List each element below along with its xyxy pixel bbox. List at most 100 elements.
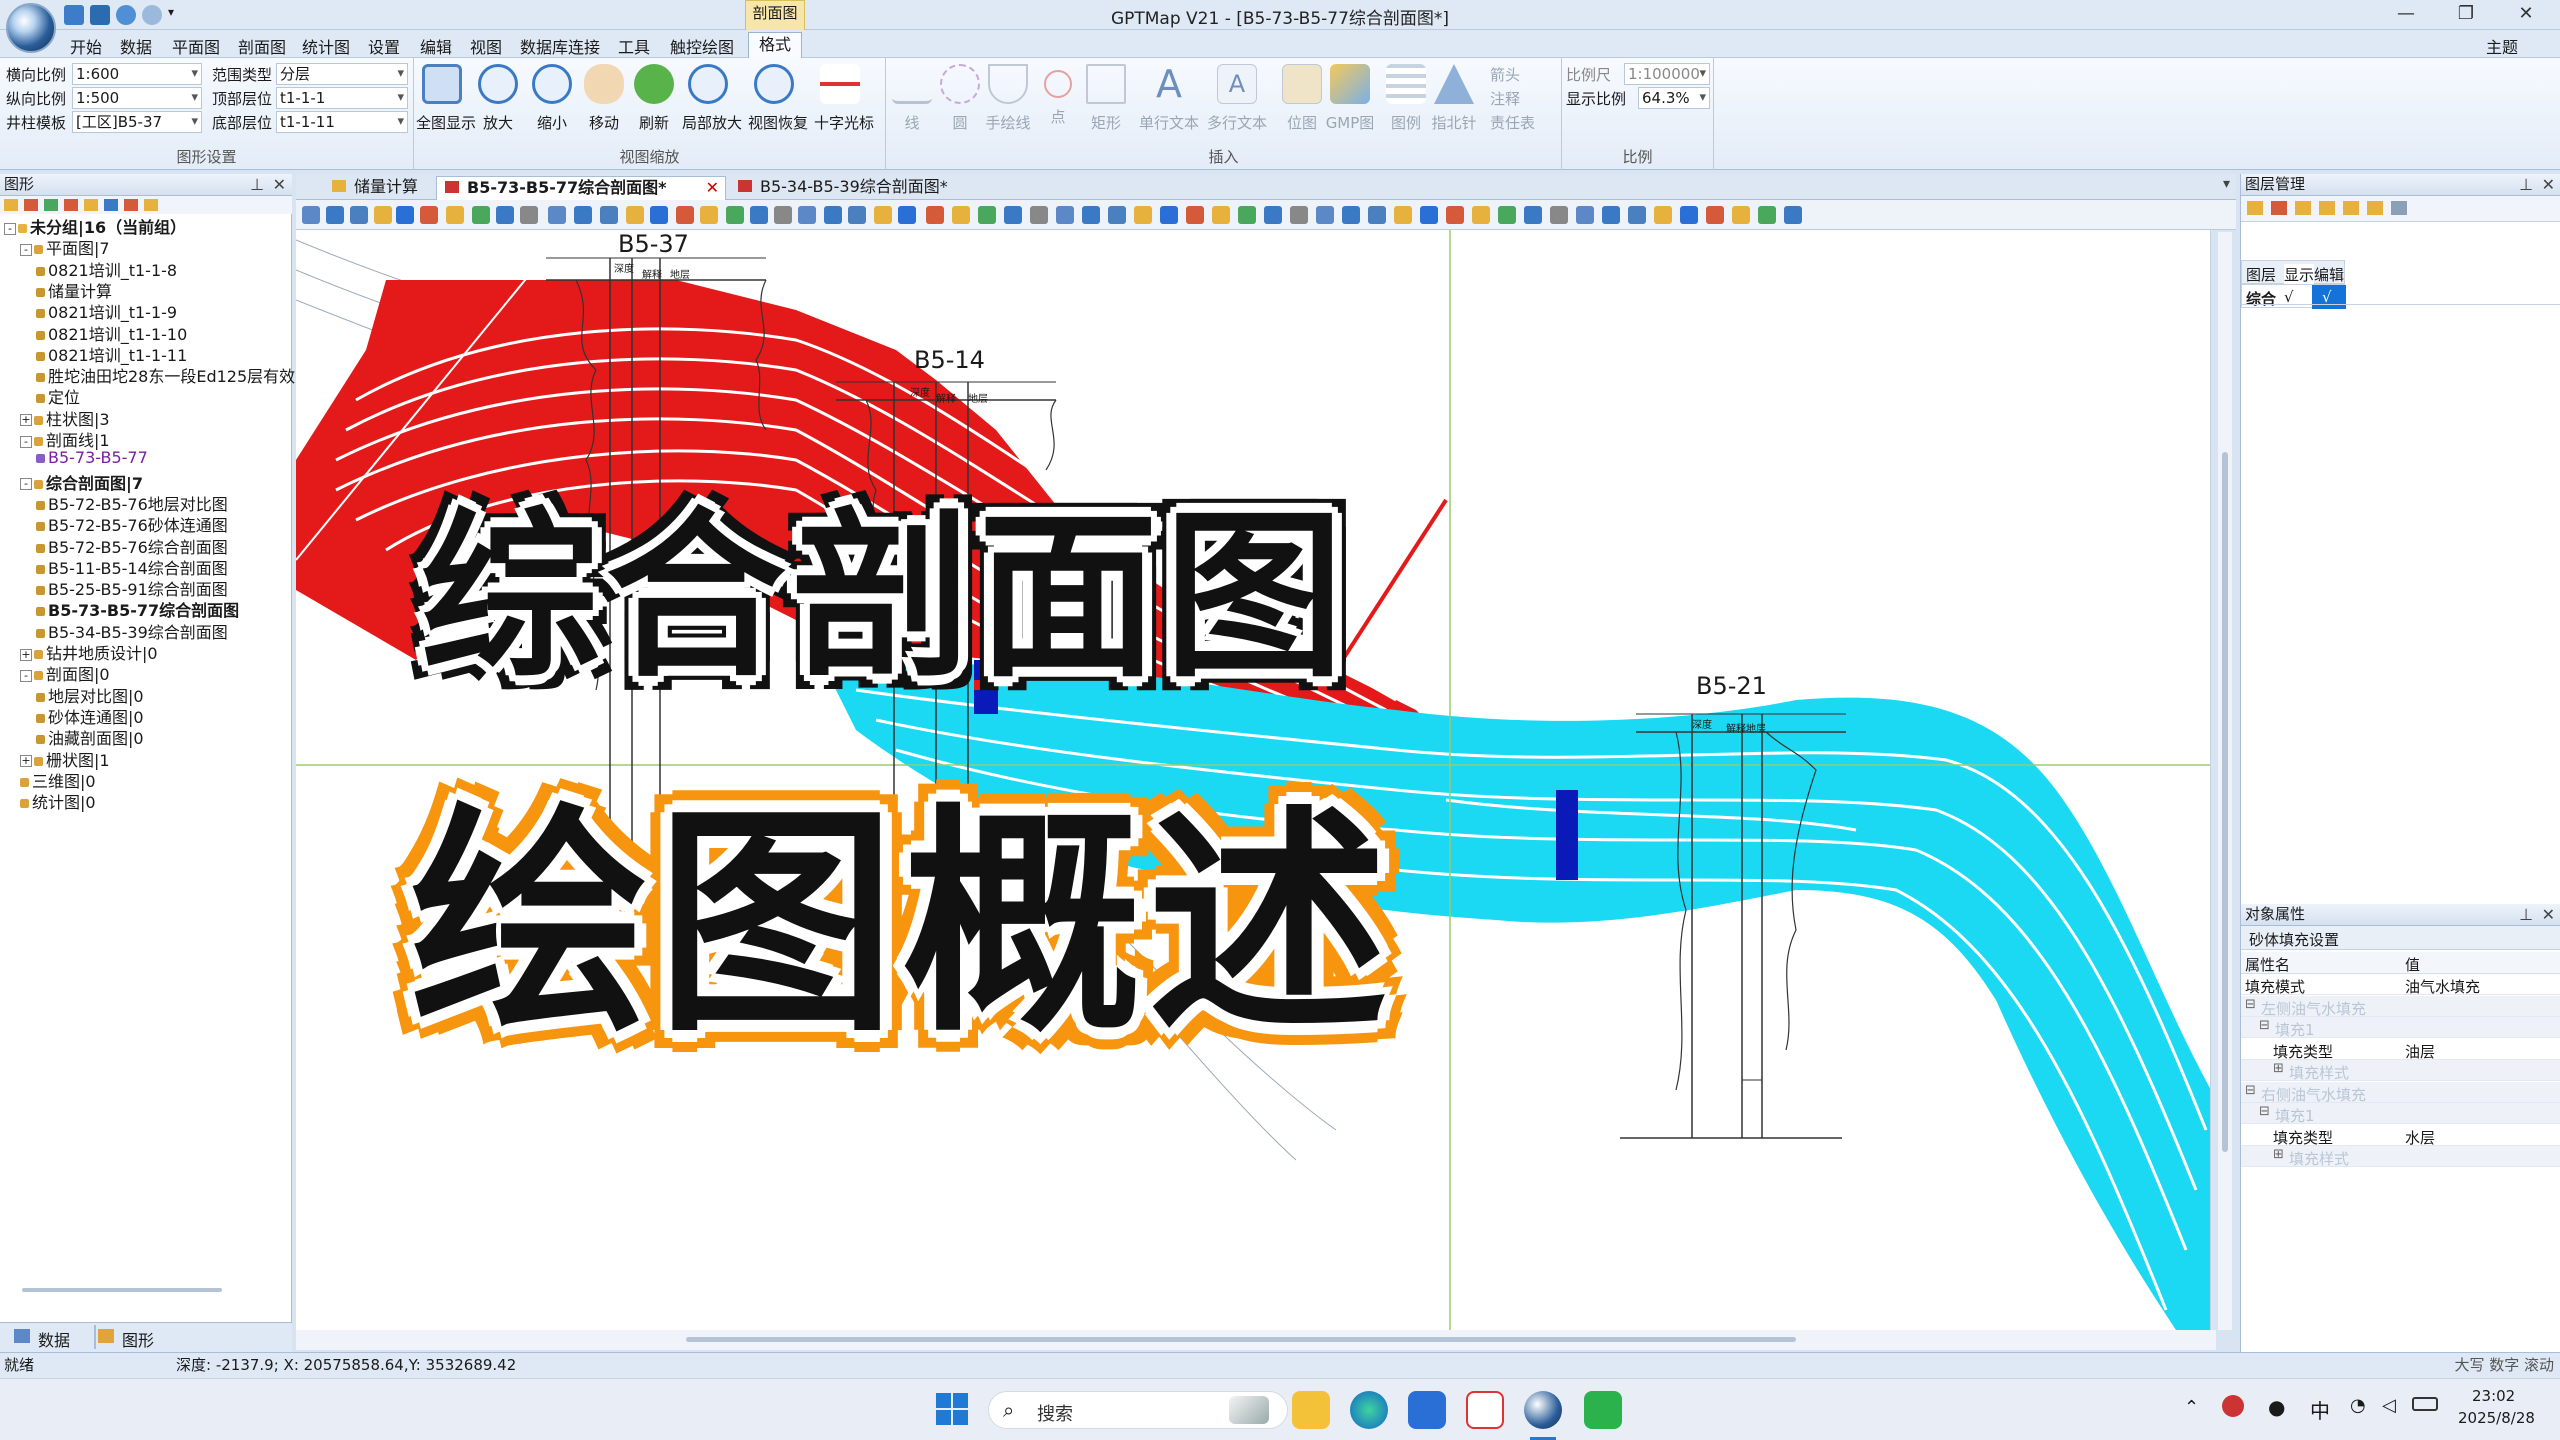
insert-arrow-button[interactable]: 箭头 — [1490, 64, 1520, 85]
property-row[interactable]: 填充模式 油气水填充 — [2241, 974, 2560, 996]
layer-delete-icon[interactable] — [2271, 201, 2287, 215]
layer-tool-icon[interactable] — [2343, 201, 2359, 215]
top-layer-combo[interactable]: t1-1-1 — [276, 87, 408, 109]
insert-circle-button[interactable]: 圆 — [934, 64, 986, 144]
toolbar-tool-icon[interactable] — [798, 206, 816, 224]
tool-icon[interactable] — [64, 199, 78, 211]
tool-icon[interactable] — [144, 199, 158, 211]
toolbar-tool-icon[interactable] — [472, 206, 490, 224]
collapse-icon[interactable]: ⊟ — [2245, 997, 2256, 1012]
display-ratio-combo[interactable]: 64.3% — [1638, 87, 1710, 109]
doc-tab-b5-73-b5-77[interactable]: B5-73-B5-77综合剖面图* ✕ — [436, 176, 726, 200]
collapse-icon[interactable]: ⊟ — [2259, 1104, 2270, 1119]
toolbar-tool-icon[interactable] — [1784, 206, 1802, 224]
toolbar-tool-icon[interactable] — [1758, 206, 1776, 224]
property-value[interactable]: 油层 — [2405, 1041, 2435, 1062]
toolbar-tool-icon[interactable] — [496, 206, 514, 224]
tray-app-icon[interactable] — [2222, 1395, 2244, 1417]
toolbar-tool-icon[interactable] — [1030, 206, 1048, 224]
insert-bitmap-button[interactable]: 位图 — [1276, 64, 1328, 144]
tab-touch-draw[interactable]: 触控绘图 — [670, 34, 734, 58]
toolbar-tool-icon[interactable] — [676, 206, 694, 224]
tab-view[interactable]: 视图 — [470, 34, 502, 58]
property-row[interactable]: ⊟ 右侧油气水填充 — [2241, 1081, 2560, 1104]
layer-tool-icon[interactable] — [2295, 201, 2311, 215]
toolbar-tool-icon[interactable] — [520, 206, 538, 224]
toolbar-tool-icon[interactable] — [1654, 206, 1672, 224]
expand-icon[interactable]: ⊞ — [2273, 1061, 2284, 1076]
bottom-layer-combo[interactable]: t1-1-11 — [276, 111, 408, 133]
expand-icon[interactable]: ⊞ — [2273, 1147, 2284, 1162]
horizontal-scrollbar[interactable] — [22, 1288, 222, 1292]
wps-office-icon[interactable] — [1466, 1391, 1504, 1429]
toolbar-tool-icon[interactable] — [1576, 206, 1594, 224]
property-value[interactable]: 水层 — [2405, 1127, 2435, 1148]
toolbar-tool-icon[interactable] — [1628, 206, 1646, 224]
tool-icon[interactable] — [84, 199, 98, 211]
tool-icon[interactable] — [124, 199, 138, 211]
toolbar-tool-icon[interactable] — [1446, 206, 1464, 224]
insert-north-arrow-button[interactable]: 指北针 — [1428, 64, 1480, 144]
toolbar-tool-icon[interactable] — [374, 206, 392, 224]
toolbar-tool-icon[interactable] — [1706, 206, 1724, 224]
collapse-icon[interactable]: - — [20, 478, 32, 491]
v-scale-combo[interactable]: 1:500 — [72, 87, 202, 109]
toolbar-tool-icon[interactable] — [1524, 206, 1542, 224]
toolbar-tool-icon[interactable] — [302, 206, 320, 224]
save-icon[interactable] — [90, 5, 110, 25]
toolbar-tool-icon[interactable] — [1082, 206, 1100, 224]
toolbar-tool-icon[interactable] — [548, 206, 566, 224]
layer-tool-icon[interactable] — [2319, 201, 2335, 215]
wifi-icon[interactable]: ◔ — [2350, 1395, 2366, 1416]
toolbar-tool-icon[interactable] — [1134, 206, 1152, 224]
clock-date[interactable]: 2025/8/28 — [2458, 1409, 2535, 1427]
tool-icon[interactable] — [44, 199, 58, 211]
toolbar-tool-icon[interactable] — [898, 206, 916, 224]
microphone-icon[interactable]: ● — [2268, 1395, 2285, 1419]
toolbar-tool-icon[interactable] — [1108, 206, 1126, 224]
toolbar-tool-icon[interactable] — [952, 206, 970, 224]
new-icon[interactable] — [64, 5, 84, 25]
view-restore-button[interactable]: 视图恢复 — [748, 64, 808, 144]
toolbar-tool-icon[interactable] — [1160, 206, 1178, 224]
collapse-icon[interactable]: ⊟ — [2245, 1083, 2256, 1098]
qat-dropdown-icon[interactable]: ▾ — [168, 5, 178, 25]
gptmap-app-icon[interactable] — [1524, 1391, 1562, 1429]
toolbar-tool-icon[interactable] — [726, 206, 744, 224]
insert-gmp-button[interactable]: GMP图 — [1324, 64, 1376, 144]
tab-data-panel[interactable]: 数据 — [38, 1327, 70, 1351]
tab-format[interactable]: 格式 — [748, 32, 803, 58]
tray-chevron-icon[interactable]: ⌃ — [2184, 1397, 2199, 1418]
close-window-button[interactable]: ✕ — [2496, 0, 2556, 30]
property-row[interactable]: ⊟ 填充1 — [2241, 1103, 2560, 1125]
toolbar-tool-icon[interactable] — [1342, 206, 1360, 224]
toolbar-tool-icon[interactable] — [1290, 206, 1308, 224]
scroll-thumb[interactable] — [686, 1337, 1796, 1342]
edge-browser-icon[interactable] — [1350, 1391, 1388, 1429]
close-tab-icon[interactable]: ✕ — [706, 177, 719, 199]
tab-statistics[interactable]: 统计图 — [302, 34, 350, 58]
tree-node[interactable]: B5-73-B5-77 — [36, 448, 148, 467]
collapse-icon[interactable]: - — [20, 243, 32, 256]
toolbar-tool-icon[interactable] — [824, 206, 842, 224]
h-scale-combo[interactable]: 1:600 — [72, 63, 202, 85]
toolbar-tool-icon[interactable] — [574, 206, 592, 224]
toolbar-tool-icon[interactable] — [1238, 206, 1256, 224]
windows-start-icon[interactable] — [936, 1393, 968, 1425]
expand-icon[interactable]: + — [20, 414, 32, 427]
insert-note-button[interactable]: 注释 — [1490, 88, 1520, 109]
toolbar-tool-icon[interactable] — [1212, 206, 1230, 224]
insert-rect-button[interactable]: 矩形 — [1080, 64, 1132, 144]
toolbar-tool-icon[interactable] — [774, 206, 792, 224]
toolbar-tool-icon[interactable] — [1316, 206, 1334, 224]
battery-icon[interactable] — [2412, 1397, 2438, 1411]
clock-time[interactable]: 23:02 — [2472, 1387, 2515, 1405]
doc-tab-reserves[interactable]: 储量计算 — [324, 176, 426, 200]
expand-icon[interactable]: + — [20, 755, 32, 767]
photos-icon[interactable] — [1408, 1391, 1446, 1429]
collapse-icon[interactable]: ⊟ — [2259, 1018, 2270, 1033]
tab-settings[interactable]: 设置 — [368, 34, 400, 58]
layer-tool-icon[interactable] — [2391, 201, 2407, 215]
toolbar-tool-icon[interactable] — [1368, 206, 1386, 224]
zoom-in-button[interactable]: 放大 — [472, 64, 524, 144]
